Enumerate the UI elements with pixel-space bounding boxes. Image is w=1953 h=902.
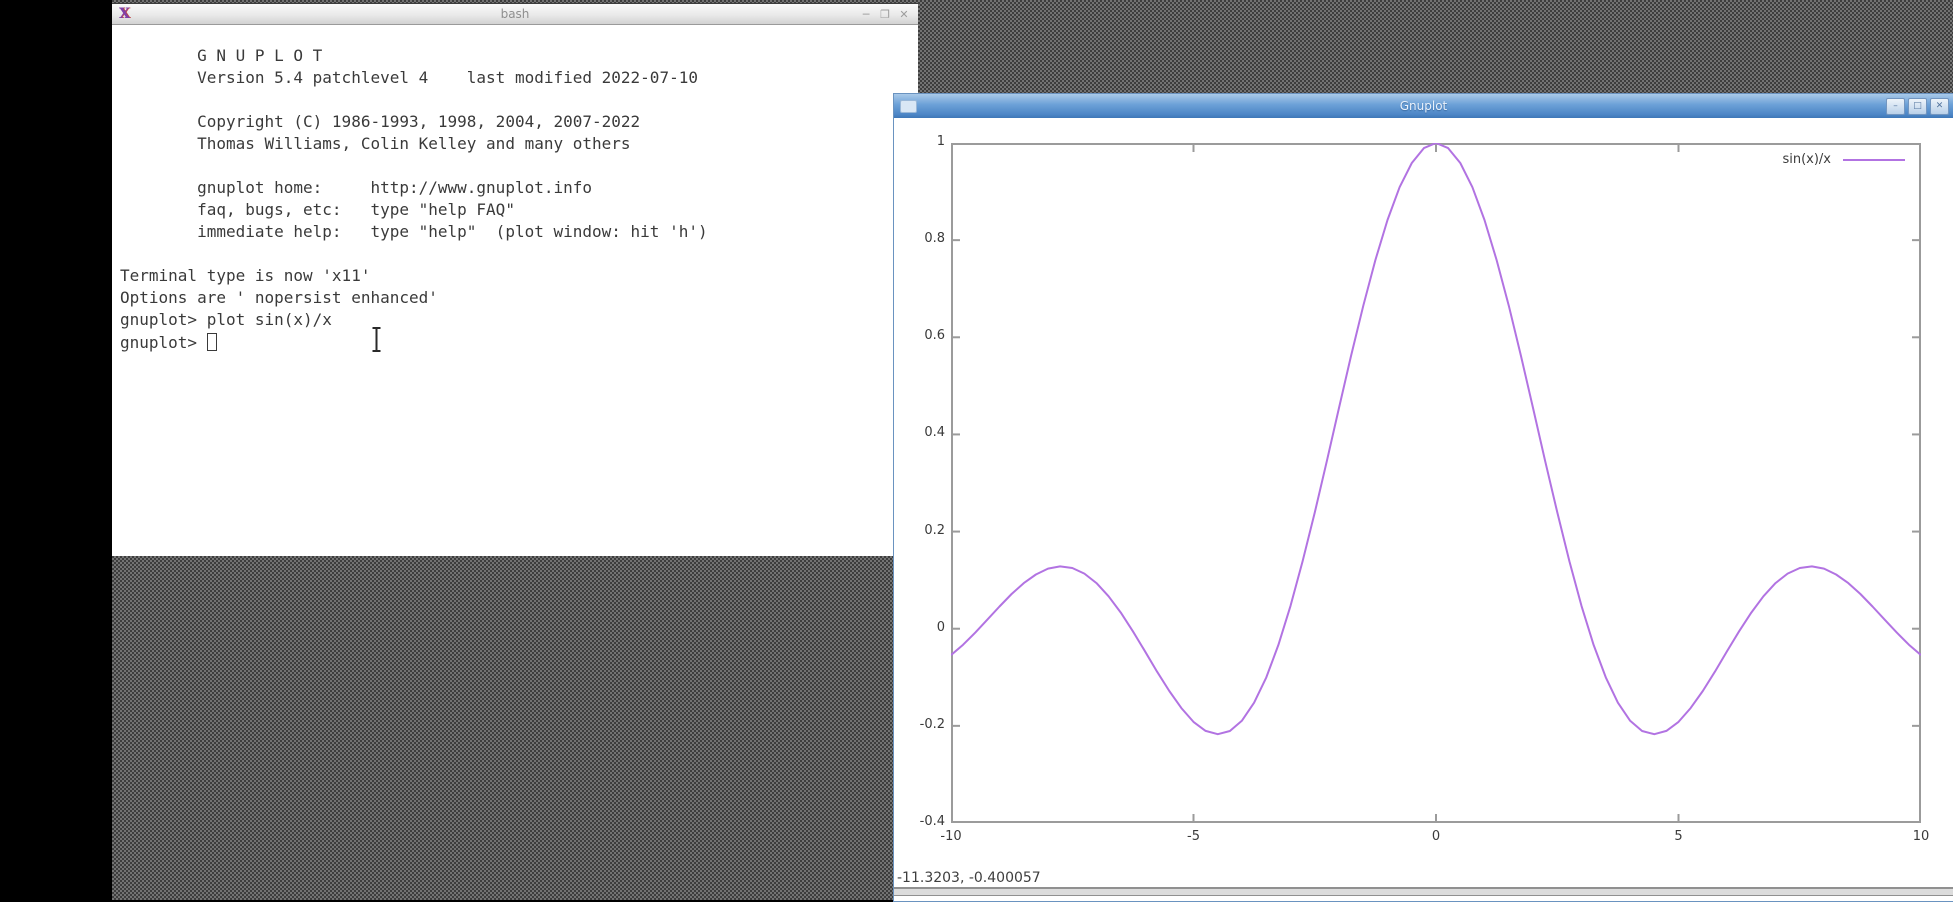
gnuplot-titlebar[interactable]: Gnuplot – □ ✕ [894,94,1953,119]
terminal-output[interactable]: G N U P L O T Version 5.4 patchlevel 4 l… [120,45,708,331]
x-tick-label: 0 [1431,829,1441,844]
y-tick-label: 0.2 [924,522,945,538]
terminal-titlebar[interactable]: X bash ─ ❐ ✕ [112,4,918,25]
y-tick-label: 0.6 [924,328,945,344]
window-bottom-edge [894,887,1953,896]
gnuplot-window-title: Gnuplot [1399,99,1448,113]
y-tick-label: 0 [936,619,945,635]
gnuplot-maximize-button[interactable]: □ [1908,98,1927,115]
plot-area[interactable]: sin(x)/x -11.3203, -0.400057 1 0.8 0.6 0.4 0… [894,118,1953,901]
legend-line-sample [1843,158,1905,161]
plot-legend: sin(x)/x [1782,152,1905,167]
terminal-window-title: bash [500,7,530,21]
y-tick-label: -0.2 [919,716,945,732]
terminal-text-cursor [206,333,217,351]
gnuplot-window-menu-icon[interactable] [900,99,917,113]
terminal-close-button[interactable]: ✕ [898,8,910,21]
gnuplot-minimize-button[interactable]: – [1886,98,1905,115]
mouse-cursor-ibeam [372,327,381,352]
y-tick-label: -0.4 [919,814,945,829]
legend-label: sin(x)/x [1782,152,1831,167]
gnuplot-window: Gnuplot – □ ✕ sin(x)/x -11.3203, -0.4000… [893,93,1953,902]
x-tick-label: -5 [1187,829,1200,844]
coordinate-readout: -11.3203, -0.400057 [897,870,1041,886]
terminal-window: X bash ─ ❐ ✕ G N U P L O T Version 5.4 p… [112,3,918,556]
terminal-maximize-button[interactable]: ❐ [879,8,891,21]
x-tick-label: 10 [1912,829,1930,844]
terminal-prompt: gnuplot> [120,332,207,352]
xterm-icon[interactable]: X [119,7,130,21]
terminal-minimize-button[interactable]: ─ [860,8,872,21]
x-tick-label: -10 [940,829,962,844]
y-tick-label: 0.4 [924,425,945,441]
terminal-prompt-row[interactable]: gnuplot> [120,331,217,353]
y-tick-label: 1 [936,134,945,149]
x-tick-label: 5 [1674,829,1683,844]
sinc-plot-canvas[interactable] [951,143,1921,823]
y-tick-label: 0.8 [924,231,945,247]
gnuplot-close-button[interactable]: ✕ [1930,98,1949,115]
